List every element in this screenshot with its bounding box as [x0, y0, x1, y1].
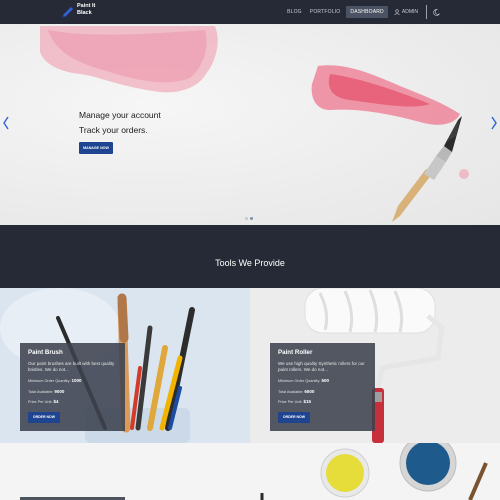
min-order-value: 1000	[71, 378, 82, 383]
chevron-left-icon[interactable]	[2, 116, 10, 130]
hero-carousel: Manage your account Track your orders. M…	[0, 24, 500, 225]
paint-brush-logo-icon	[62, 7, 73, 18]
user-icon	[394, 9, 400, 15]
nav-blog[interactable]: BLOG	[283, 6, 306, 18]
moon-icon[interactable]	[433, 8, 440, 16]
product-name: Paint Roller	[278, 349, 313, 356]
price-label: Price Per Unit:	[278, 400, 303, 404]
min-order-label: Minimum Order Quantity:	[278, 379, 321, 383]
min-order-row: Minimum Order Quantity: 1000	[28, 376, 117, 387]
nav-admin-label: ADMIN	[401, 9, 418, 15]
nav-portfolio[interactable]: PORTFOLIO	[306, 6, 345, 18]
product-info-panel: Paint Brush Our paint brushes are built …	[20, 343, 125, 431]
price-row: Price Per Unit: $15	[278, 397, 367, 408]
price-label: Price Per Unit:	[28, 400, 53, 404]
main-nav: BLOG PORTFOLIO DASHBOARD ADMIN	[283, 5, 440, 19]
chevron-right-icon[interactable]	[490, 116, 498, 130]
order-now-button[interactable]: ORDER NOW	[28, 411, 60, 423]
hero-watercolor-image	[40, 26, 469, 222]
product-card-paint-brush: Paint Brush Our paint brushes are built …	[0, 288, 250, 443]
carousel-dot-2[interactable]	[250, 217, 253, 220]
min-order-label: Minimum Order Quantity:	[28, 379, 71, 383]
hero-subtitle: Track your orders.	[79, 125, 148, 135]
available-row: Total Available: 9000	[28, 387, 117, 398]
order-now-button[interactable]: ORDER NOW	[278, 411, 310, 423]
min-order-value: 500	[321, 378, 329, 383]
tools-heading: Tools We Provide	[215, 258, 285, 268]
product-description: We use high quality Synthetic rollers fo…	[278, 361, 365, 372]
carousel-dot-1[interactable]	[245, 217, 248, 220]
product-description: Our paint brushes are built with best qu…	[28, 361, 115, 372]
available-label: Total Available:	[278, 389, 304, 394]
product-card-paint-roller: Paint Roller We use high quality Synthet…	[250, 288, 500, 443]
paint-pots-image	[20, 443, 488, 500]
brand[interactable]: Paint It Black	[62, 3, 107, 18]
price-value: $15	[303, 399, 312, 404]
nav-dashboard[interactable]: DASHBOARD	[346, 6, 388, 18]
manage-now-button[interactable]: MANAGE NOW	[79, 142, 113, 154]
available-value: 9000	[54, 388, 65, 394]
paint-pots-section	[0, 443, 500, 500]
available-value: 6500	[304, 388, 315, 394]
available-row: Total Available: 6500	[278, 387, 367, 398]
hero-title: Manage your account	[79, 110, 161, 120]
brand-name: Paint It Black	[77, 3, 96, 16]
nav-admin[interactable]: ADMIN	[390, 9, 422, 15]
nav-divider	[426, 5, 427, 19]
tools-section-header: Tools We Provide	[0, 225, 500, 288]
price-value: $4	[53, 399, 59, 404]
price-row: Price Per Unit: $4	[28, 397, 117, 408]
navbar: Paint It Black BLOG PORTFOLIO DASHBOARD …	[0, 0, 500, 24]
min-order-row: Minimum Order Quantity: 500	[278, 376, 367, 387]
available-label: Total Available:	[28, 389, 54, 394]
carousel-indicators	[245, 217, 253, 220]
product-name: Paint Brush	[28, 349, 63, 356]
product-info-panel: Paint Roller We use high quality Synthet…	[270, 343, 375, 431]
